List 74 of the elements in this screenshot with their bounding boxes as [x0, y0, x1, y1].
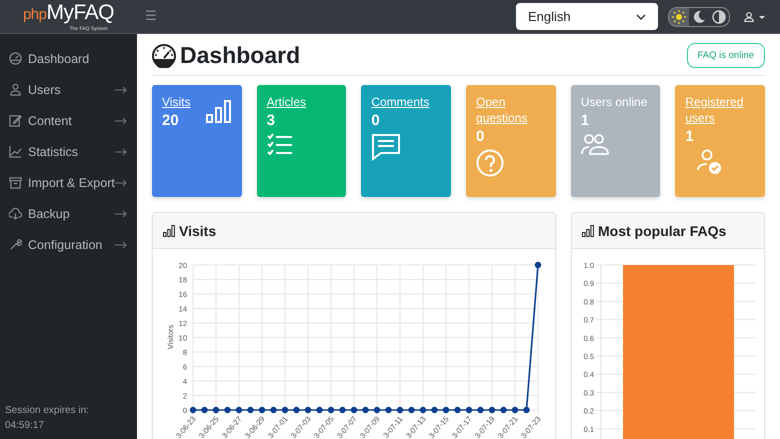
bar-chart-icon	[582, 224, 594, 236]
data-point	[385, 406, 392, 414]
card-value: 0	[371, 112, 380, 129]
sidebar-item[interactable]: Backup	[0, 198, 137, 229]
card-value: 3	[266, 112, 276, 129]
chat-icon	[371, 133, 402, 161]
data-point	[466, 406, 472, 414]
data-point	[431, 406, 438, 414]
data-point	[512, 406, 518, 414]
data-point	[201, 406, 208, 414]
user-menu-button[interactable]	[742, 10, 768, 24]
menu-toggle[interactable]: ☰	[141, 9, 161, 24]
data-point	[304, 406, 312, 414]
panel-title: Visits	[179, 222, 216, 238]
wrench-icon	[9, 238, 22, 251]
data-point	[236, 406, 242, 414]
data-point	[500, 406, 507, 414]
session-label: Session expires in:	[4, 404, 90, 418]
card-value: 1	[685, 128, 694, 145]
line-chart-icon	[9, 145, 22, 158]
page-title: Dashboard	[180, 42, 300, 69]
cloud-download-icon	[9, 207, 22, 220]
data-point	[374, 406, 380, 414]
language-select[interactable]: English	[516, 3, 658, 30]
card-value: 20	[162, 112, 179, 129]
data-point	[362, 406, 369, 414]
data-point	[339, 406, 346, 414]
users-icon	[580, 133, 609, 155]
edit-icon	[9, 114, 22, 127]
data-point	[454, 406, 461, 414]
session-timer: 04:59:17	[4, 419, 45, 433]
data-point	[477, 406, 484, 414]
data-point	[282, 406, 288, 414]
data-point	[247, 406, 254, 414]
sun-icon[interactable]	[669, 8, 689, 26]
checklist-icon	[266, 133, 293, 155]
data-point	[420, 406, 426, 414]
archive-icon	[9, 176, 22, 189]
data-point	[270, 406, 277, 414]
data-point	[190, 406, 196, 414]
data-point	[396, 406, 404, 414]
data-point	[488, 406, 496, 414]
user-check-icon	[697, 149, 724, 175]
bar-chart-icon	[206, 100, 232, 124]
sidebar-item[interactable]: Configuration	[0, 229, 137, 260]
panel-title: Most popular FAQs	[598, 222, 726, 238]
sidebar-item[interactable]: Dashboard	[0, 43, 137, 74]
data-point	[408, 406, 415, 414]
logo[interactable]: phpMyFAQ	[22, 2, 114, 26]
sidebar-item[interactable]: Users	[0, 74, 137, 105]
card-value: 0	[476, 128, 484, 145]
status-badge: FAQ is online	[686, 43, 765, 68]
sidebar-item[interactable]: Import & Export	[0, 167, 137, 198]
user-icon	[9, 83, 22, 96]
card-label: Users online	[580, 94, 648, 110]
data-point	[350, 406, 358, 414]
data-point	[258, 406, 266, 414]
sidebar-item[interactable]: Content	[0, 105, 137, 136]
question-icon	[476, 149, 504, 177]
sidebar-item[interactable]: Statistics	[0, 136, 137, 167]
bar-chart-icon	[163, 224, 175, 236]
data-point	[316, 406, 323, 414]
data-point	[523, 406, 530, 414]
data-point	[328, 406, 334, 414]
data-point	[293, 406, 300, 414]
data-point	[534, 262, 542, 268]
chevron-down-icon	[636, 14, 646, 20]
card-value: 1	[580, 112, 590, 129]
data-point	[224, 406, 231, 414]
speedometer-icon	[152, 44, 176, 68]
speedometer-icon	[9, 52, 22, 65]
card-link[interactable]: Visits	[162, 94, 190, 110]
data-point	[442, 406, 450, 414]
data-point	[212, 406, 220, 414]
